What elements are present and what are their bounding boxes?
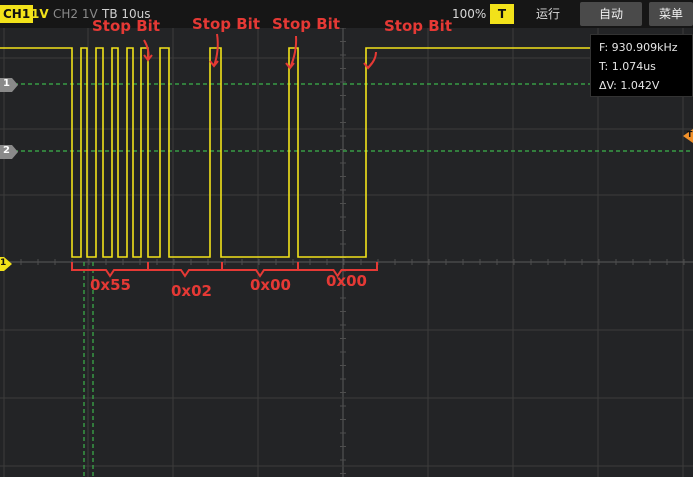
auto-button[interactable]: 自动 — [580, 2, 642, 26]
stop-bit-label-2: Stop Bit — [192, 15, 260, 33]
stop-bit-label-3: Stop Bit — [272, 15, 340, 33]
byte-label-0x55: 0x55 — [90, 276, 131, 294]
run-status-button[interactable]: 运行 — [536, 6, 560, 22]
stop-bit-label-4: Stop Bit — [384, 17, 452, 35]
ch2-channel-label[interactable]: CH2 1V — [53, 6, 98, 22]
stop-bit-label-1: Stop Bit — [92, 17, 160, 35]
trigger-level-marker[interactable]: T — [683, 128, 693, 143]
delta-v-readout: ΔV: 1.042V — [599, 79, 660, 92]
byte-label-0x00-second: 0x00 — [326, 272, 367, 290]
ch1-volts-per-div[interactable]: 1V — [31, 6, 49, 22]
measurement-panel: F: 930.909kHz T: 1.074us ΔV: 1.042V — [590, 34, 693, 97]
cursor-1-marker[interactable]: 1 — [0, 77, 18, 92]
byte-label-0x02: 0x02 — [171, 282, 212, 300]
frequency-readout: F: 930.909kHz — [599, 41, 678, 54]
byte-label-0x00-first: 0x00 — [250, 276, 291, 294]
cursor-2-marker[interactable]: 2 — [0, 144, 18, 159]
ch1-ground-marker[interactable]: 1 — [0, 256, 12, 271]
ch1-badge[interactable]: CH1 — [0, 5, 34, 23]
period-readout: T: 1.074us — [599, 60, 656, 73]
trigger-button[interactable]: T — [490, 4, 514, 24]
ch1-ground-label: 1 — [0, 258, 7, 268]
trigger-level-label: T — [687, 130, 693, 139]
cursor-1-label: 1 — [3, 78, 10, 89]
zoom-level: 100% — [452, 7, 487, 21]
menu-button[interactable]: 菜单 — [649, 2, 693, 26]
cursor-2-label: 2 — [3, 145, 10, 156]
